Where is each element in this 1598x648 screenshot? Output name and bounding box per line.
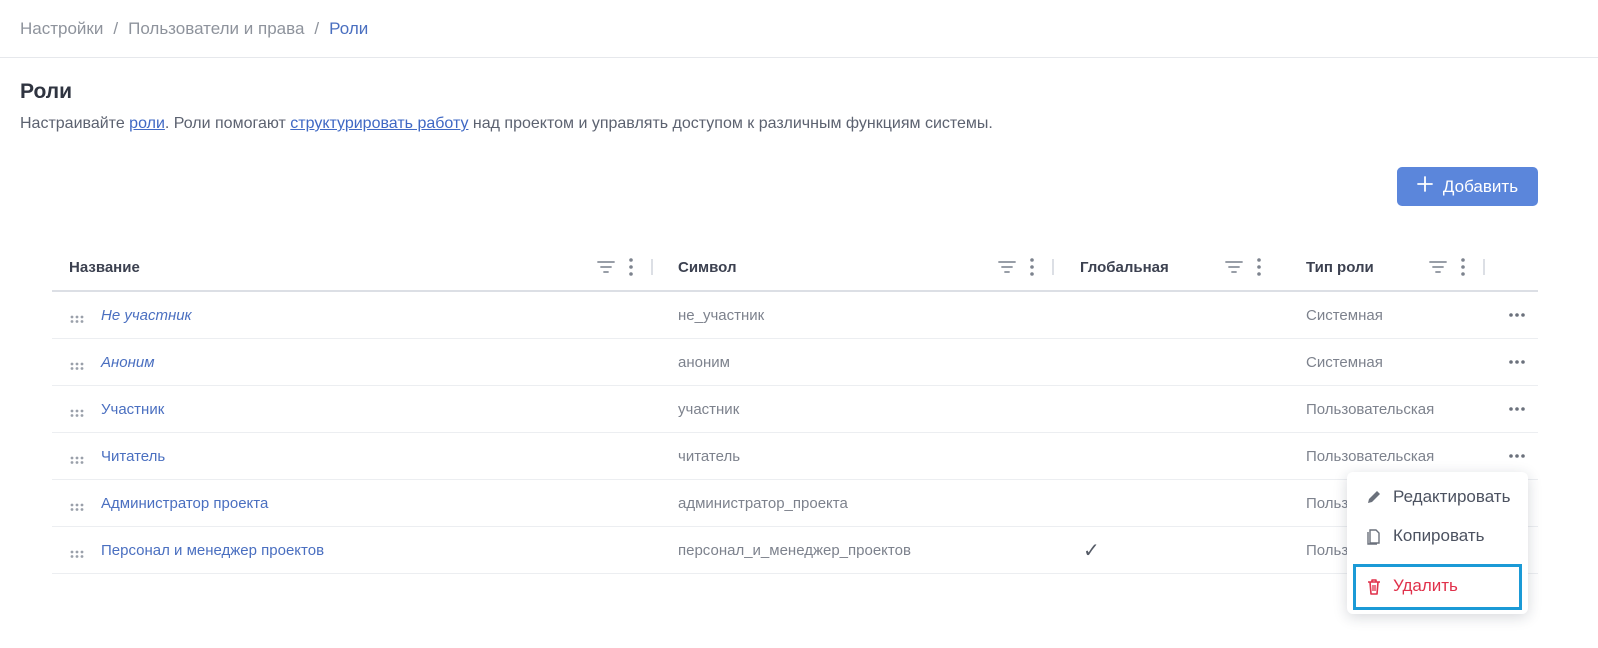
desc-text: . Роли помогают <box>164 115 291 132</box>
drag-handle-icon[interactable] <box>70 545 84 563</box>
column-menu-icon[interactable] <box>629 258 633 276</box>
role-name[interactable]: Администратор проекта <box>101 480 268 526</box>
column-resize-handle[interactable] <box>651 259 653 275</box>
filter-icon[interactable] <box>1225 260 1243 274</box>
role-symbol: не_участник <box>678 306 765 324</box>
table-row[interactable]: Администратор проекта администратор_прое… <box>52 480 1538 527</box>
global-check-icon: ✓ <box>1083 539 1100 562</box>
role-name[interactable]: Аноним <box>101 339 154 385</box>
breadcrumb-separator: / <box>113 19 119 38</box>
table-row[interactable]: Читатель читатель Пользовательская <box>52 433 1538 480</box>
column-tools <box>998 256 1054 278</box>
menu-item-copy[interactable]: Копировать <box>1347 519 1528 553</box>
add-button-label: Добавить <box>1442 176 1519 196</box>
column-tools <box>1225 256 1261 278</box>
page-description: Настраивайте роли. Роли помогают структу… <box>20 115 993 133</box>
role-symbol: участник <box>678 400 740 418</box>
column-resize-handle[interactable] <box>1052 259 1054 275</box>
breadcrumb-separator: / <box>314 19 320 38</box>
trash-icon <box>1365 577 1383 595</box>
column-tools <box>597 256 653 278</box>
role-type: Системная <box>1306 353 1383 371</box>
copy-icon <box>1365 527 1383 545</box>
table-row[interactable]: Персонал и менеджер проектов персонал_и_… <box>52 527 1538 574</box>
table-row[interactable]: Не участник не_участник Системная <box>52 292 1538 339</box>
role-type: Пользовательская <box>1306 400 1435 418</box>
drag-handle-icon[interactable] <box>70 310 84 328</box>
desc-text: Настраивайте <box>20 115 130 132</box>
more-actions-icon[interactable] <box>1506 304 1528 326</box>
role-name[interactable]: Читатель <box>101 433 165 479</box>
role-name[interactable]: Не участник <box>101 292 192 338</box>
column-menu-icon[interactable] <box>1257 258 1261 276</box>
breadcrumb: Настройки / Пользователи и права / Роли <box>20 18 368 40</box>
roles-link[interactable]: роли <box>129 115 165 132</box>
column-menu-icon[interactable] <box>1461 258 1465 276</box>
menu-item-label: Удалить <box>1393 576 1458 595</box>
column-header-name[interactable]: Название <box>69 244 140 290</box>
roles-table: Название Символ Глобальная Тип роли Не у… <box>52 244 1538 574</box>
table-row[interactable]: Аноним аноним Системная <box>52 339 1538 386</box>
filter-icon[interactable] <box>998 260 1016 274</box>
role-symbol: читатель <box>678 447 741 465</box>
table-row[interactable]: Участник участник Пользовательская <box>52 386 1538 433</box>
page-title: Роли <box>20 80 73 103</box>
column-header-role-type[interactable]: Тип роли <box>1306 244 1374 290</box>
drag-handle-icon[interactable] <box>70 498 84 516</box>
desc-text: над проектом и управлять доступом к разл… <box>468 115 993 132</box>
role-name[interactable]: Участник <box>101 386 164 432</box>
menu-item-label: Копировать <box>1393 526 1485 545</box>
menu-item-label: Редактировать <box>1393 487 1511 506</box>
role-type: Системная <box>1306 306 1383 324</box>
role-name[interactable]: Персонал и менеджер проектов <box>101 527 324 573</box>
menu-item-edit[interactable]: Редактировать <box>1347 480 1528 514</box>
row-context-menu: Редактировать Копировать Удалить <box>1347 472 1528 614</box>
menu-item-delete[interactable]: Удалить <box>1347 569 1528 603</box>
role-symbol: администратор_проекта <box>678 494 848 512</box>
breadcrumb-users-rights[interactable]: Пользователи и права <box>128 19 304 39</box>
role-type: Польз <box>1306 494 1349 512</box>
more-actions-icon[interactable] <box>1506 398 1528 420</box>
drag-handle-icon[interactable] <box>70 404 84 422</box>
role-type: Польз <box>1306 541 1349 559</box>
structure-work-link[interactable]: структурировать работу <box>290 115 468 132</box>
column-header-symbol[interactable]: Символ <box>678 244 737 290</box>
pencil-icon <box>1365 488 1383 506</box>
more-actions-icon[interactable] <box>1506 351 1528 373</box>
filter-icon[interactable] <box>1429 260 1447 274</box>
column-resize-handle[interactable] <box>1483 259 1485 275</box>
column-tools <box>1429 256 1485 278</box>
more-actions-icon[interactable] <box>1506 445 1528 467</box>
role-symbol: персонал_и_менеджер_проектов <box>678 541 911 559</box>
drag-handle-icon[interactable] <box>70 451 84 469</box>
column-header-global[interactable]: Глобальная <box>1080 244 1169 290</box>
breadcrumb-settings[interactable]: Настройки <box>20 19 103 39</box>
drag-handle-icon[interactable] <box>70 357 84 375</box>
table-header: Название Символ Глобальная Тип роли <box>52 244 1538 292</box>
filter-icon[interactable] <box>597 260 615 274</box>
role-symbol: аноним <box>678 353 730 371</box>
breadcrumb-roles: Роли <box>329 19 369 38</box>
plus-icon <box>1417 176 1433 197</box>
add-button[interactable]: Добавить <box>1397 167 1538 206</box>
header-divider <box>0 57 1598 58</box>
column-menu-icon[interactable] <box>1030 258 1034 276</box>
